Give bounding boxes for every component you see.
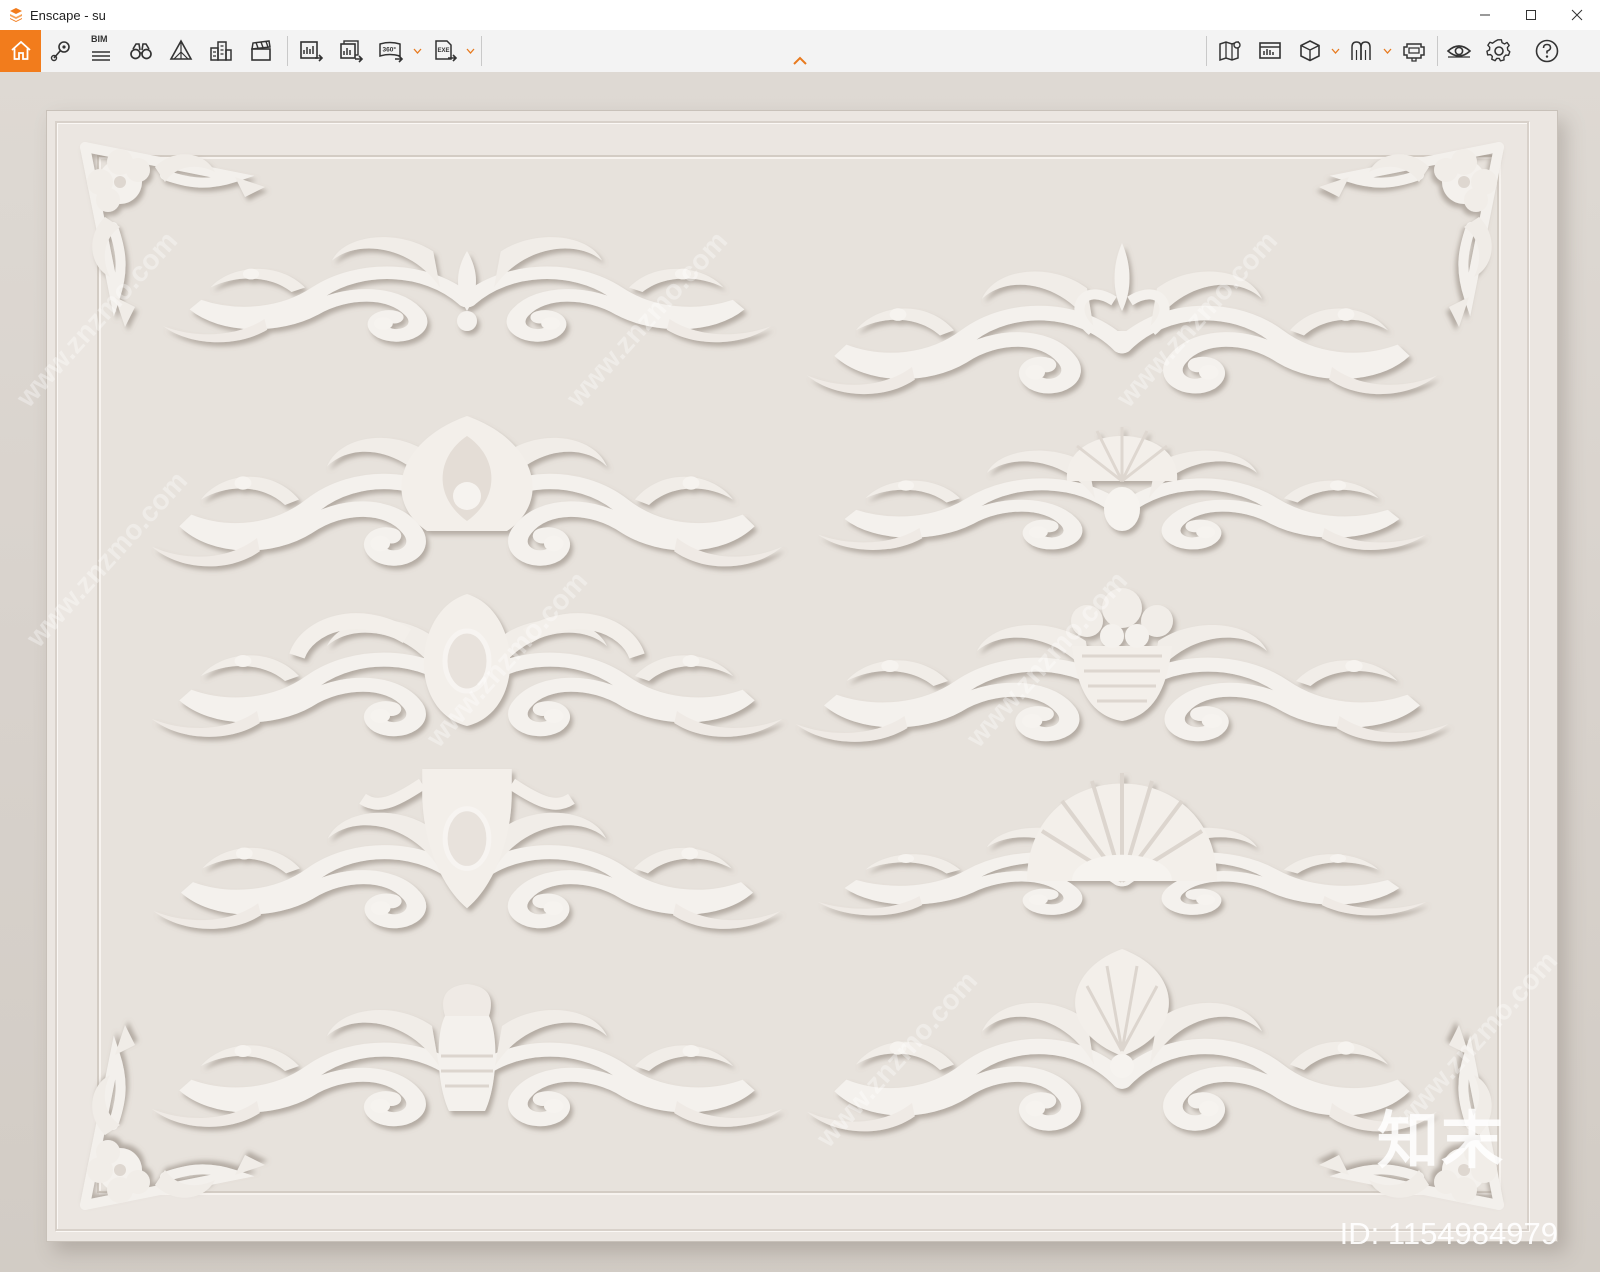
perspective-icon — [169, 39, 193, 60]
chevron-down-icon — [413, 48, 421, 54]
panorama-label: 360° — [383, 46, 397, 54]
image-id-label: ID: 1154984979 — [1339, 1216, 1558, 1251]
render-image-button[interactable] — [294, 35, 328, 67]
help-icon — [1535, 39, 1559, 63]
vr-headset-button[interactable] — [1397, 35, 1431, 67]
window-title: Enscape - su — [30, 7, 106, 23]
export-dropdown[interactable] — [465, 44, 475, 58]
buildings-button[interactable] — [204, 35, 238, 67]
cube-view-button[interactable] — [1293, 35, 1327, 67]
buildings-icon — [210, 41, 232, 61]
panorama-360-icon: 360° — [379, 41, 404, 63]
title-bar: Enscape - su — [0, 0, 1600, 30]
main-toolbar: BIM 360° EXE — [0, 30, 1600, 73]
panorama-dropdown[interactable] — [412, 44, 422, 58]
home-button[interactable] — [0, 30, 41, 72]
materials-icon — [1351, 41, 1371, 60]
close-button[interactable] — [1554, 0, 1600, 30]
enscape-logo-icon — [10, 8, 22, 22]
cube-view-dropdown[interactable] — [1330, 44, 1340, 58]
bim-label: BIM — [91, 34, 108, 44]
video-editor-button[interactable] — [244, 35, 278, 67]
wall-panel — [46, 110, 1558, 1242]
brand-watermark: 知末 — [1376, 1104, 1505, 1177]
ornament-left-2 — [157, 411, 777, 581]
materials-dropdown[interactable] — [1382, 44, 1392, 58]
views-button[interactable] — [124, 35, 158, 67]
maximize-icon — [1526, 10, 1536, 20]
toolbar-separator — [1437, 36, 1438, 66]
minimize-button[interactable] — [1462, 0, 1508, 30]
ornament-right-2 — [832, 421, 1412, 561]
materials-button[interactable] — [1345, 35, 1379, 67]
exe-export-button[interactable]: EXE — [428, 35, 462, 67]
window-controls — [1462, 0, 1600, 30]
toolbar-separator — [1206, 36, 1207, 66]
ornament-left-4 — [157, 766, 777, 941]
panorama-button[interactable]: 360° — [374, 35, 408, 67]
binoculars-icon — [130, 43, 152, 60]
batch-render-icon — [340, 40, 364, 63]
exe-label: EXE — [438, 48, 450, 54]
ornament-left-5 — [157, 981, 777, 1131]
location-button[interactable] — [44, 35, 78, 67]
batch-render-button[interactable] — [334, 35, 368, 67]
toolbar-separator — [481, 36, 482, 66]
home-icon — [10, 40, 31, 60]
chevron-down-icon — [1331, 48, 1339, 54]
help-button[interactable] — [1530, 35, 1564, 67]
exe-export-icon: EXE — [435, 40, 458, 62]
close-icon — [1571, 9, 1583, 21]
collapse-toolbar-chevron-up-icon[interactable] — [792, 56, 808, 66]
chevron-down-icon — [466, 48, 474, 54]
settings-gear-icon — [1486, 39, 1511, 62]
asset-library-button[interactable] — [1253, 35, 1287, 67]
render-viewport[interactable]: www.znzmo.com www.znzmo.com www.znzmo.co… — [0, 72, 1600, 1272]
location-pin-icon — [50, 41, 70, 62]
ornament-right-4 — [832, 766, 1412, 916]
perspective-button[interactable] — [164, 35, 198, 67]
ornament-right-3 — [817, 581, 1427, 751]
minimize-icon — [1480, 14, 1490, 16]
vr-headset-icon — [1403, 43, 1425, 62]
map-icon — [1219, 40, 1241, 62]
clapperboard-icon — [251, 40, 271, 61]
visibility-eye-icon — [1446, 45, 1472, 58]
map-button[interactable] — [1213, 35, 1247, 67]
cube-view-icon — [1300, 40, 1320, 62]
maximize-button[interactable] — [1508, 0, 1554, 30]
settings-button[interactable] — [1482, 35, 1516, 67]
render-image-icon — [300, 41, 324, 62]
visibility-button[interactable] — [1442, 35, 1476, 67]
asset-library-icon — [1259, 42, 1281, 59]
bim-button[interactable]: BIM — [84, 34, 118, 67]
toolbar-separator — [287, 36, 288, 66]
chevron-down-icon — [1383, 48, 1391, 54]
